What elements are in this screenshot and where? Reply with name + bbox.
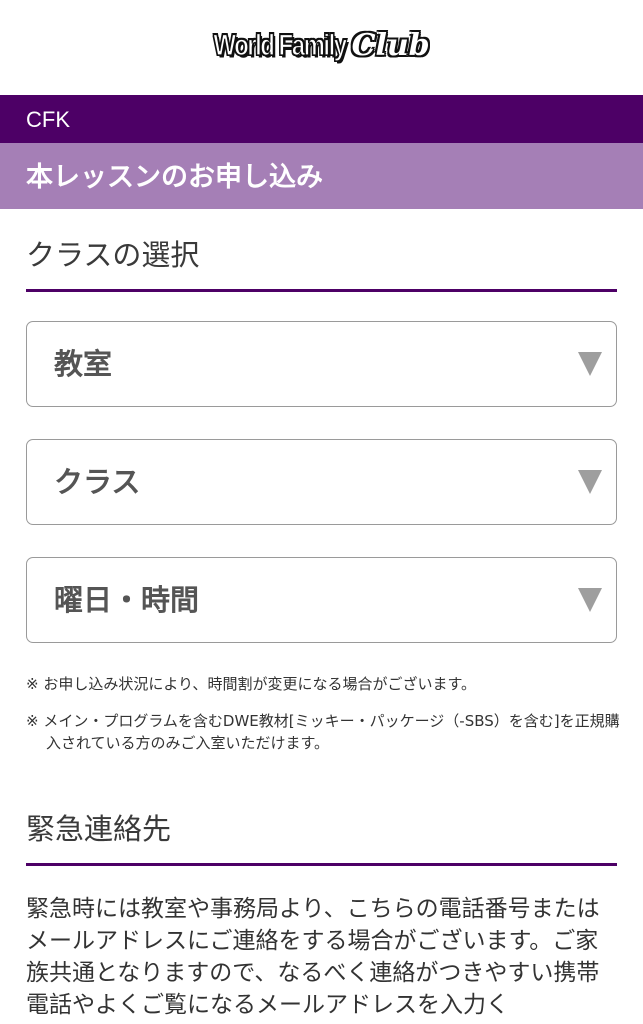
schedule-change-note: ※ お申し込み状況により、時間割が変更になる場合がございます。 bbox=[26, 675, 476, 693]
page-title-bar: 本レッスンのお申し込み bbox=[0, 143, 643, 209]
emergency-contact-heading: 緊急連絡先 bbox=[26, 806, 617, 866]
logo-world-family-text: World Family bbox=[213, 27, 348, 62]
world-family-club-logo[interactable]: World Family Club bbox=[213, 27, 430, 63]
header: World Family Club bbox=[0, 0, 643, 95]
class-select-label: クラス bbox=[54, 465, 141, 499]
chevron-down-icon bbox=[578, 470, 602, 494]
eligibility-note: ※ メイン・プログラムを含むDWE教材[ミッキー・パッケージ（-SBS）を含む]… bbox=[26, 712, 620, 752]
class-selection-heading: クラスの選択 bbox=[26, 232, 617, 292]
cfk-nav-bar: CFK bbox=[0, 95, 643, 143]
class-selection-title: クラスの選択 bbox=[26, 238, 200, 272]
emergency-contact-title: 緊急連絡先 bbox=[26, 812, 172, 846]
cfk-label: CFK bbox=[26, 107, 70, 132]
class-select[interactable]: クラス bbox=[26, 439, 617, 525]
day-time-select[interactable]: 曜日・時間 bbox=[26, 557, 617, 643]
logo-club-text: Club bbox=[351, 28, 430, 63]
classroom-select-label: 教室 bbox=[54, 347, 113, 381]
chevron-down-icon bbox=[578, 588, 602, 612]
emergency-contact-description: 緊急時には教室や事務局より、こちらの電話番号またはメールアドレスにご連絡をする場… bbox=[26, 896, 600, 1018]
day-time-select-label: 曜日・時間 bbox=[54, 583, 200, 617]
page-title: 本レッスンのお申し込み bbox=[26, 162, 323, 193]
classroom-select[interactable]: 教室 bbox=[26, 321, 617, 407]
chevron-down-icon bbox=[578, 352, 602, 376]
